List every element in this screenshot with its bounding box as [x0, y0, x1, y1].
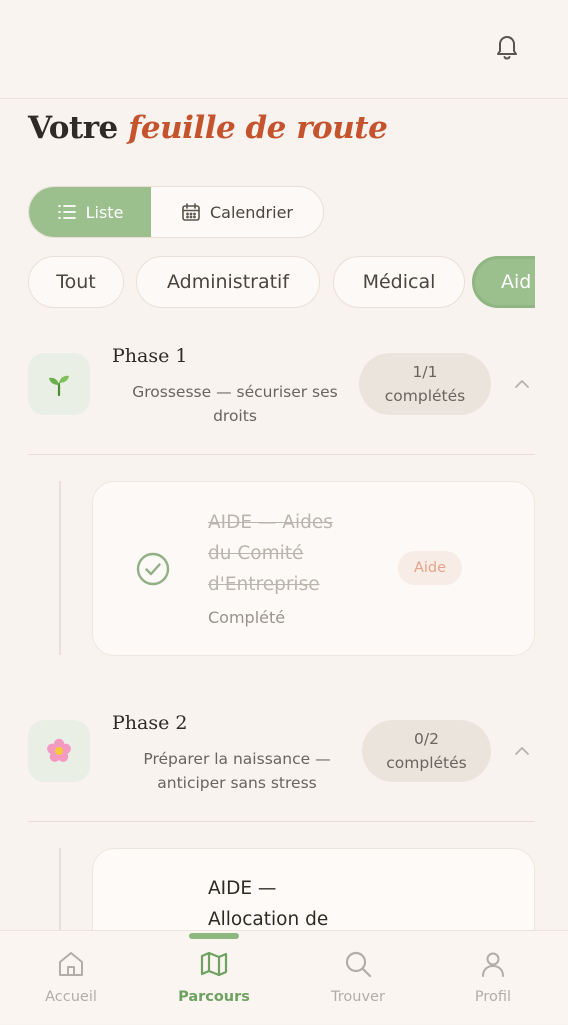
list-view-button[interactable]: Liste [29, 187, 151, 237]
calendar-view-button[interactable]: Calendrier [151, 187, 323, 237]
filter-chip-medical[interactable]: Médical [333, 256, 465, 308]
list-icon [57, 205, 76, 219]
phase-1-timeline [59, 481, 61, 655]
phase-1-progress-badge: 1/1 complétés [359, 353, 491, 415]
phase-2-icon-tile [28, 720, 90, 782]
filter-chips: Tout Administratif Médical Aid [28, 256, 535, 310]
top-bar [0, 0, 568, 99]
user-icon [482, 952, 504, 977]
roadmap-item-card[interactable]: AIDE — Aides du Comité d'Entreprise Comp… [92, 481, 535, 656]
phase-2-name: Phase 2 [112, 712, 188, 734]
bell-icon[interactable] [491, 30, 523, 62]
roadmap-item-status: Complété [208, 608, 286, 627]
active-nav-indicator [189, 933, 239, 939]
phase-1-subtitle: Grossesse — sécuriser ses droits [132, 383, 338, 425]
phase-1-name: Phase 1 [112, 345, 188, 367]
view-toggle: Liste Calendrier [28, 186, 324, 238]
phase-2-progress-badge: 0/2 complétés [362, 720, 491, 782]
phase-2-timeline [59, 848, 61, 930]
blossom-icon [47, 738, 71, 762]
calendar-icon [182, 203, 200, 221]
roadmap-item-title: AIDE — Aides du Comité d'Entreprise [208, 512, 333, 595]
home-icon [59, 952, 83, 976]
filter-chip-administratif[interactable]: Administratif [136, 256, 320, 308]
roadmap-item-tag: Aide [398, 551, 462, 585]
phase-2-subtitle: Préparer la naissance — anticiper sans s… [143, 750, 331, 792]
page-title: Votre feuille de route [28, 110, 388, 146]
nav-label: Accueil [45, 989, 97, 1005]
nav-label: Trouver [331, 989, 385, 1005]
bottom-navigation: Accueil Parcours Trouver Profil [0, 930, 568, 1024]
nav-item-trouver[interactable]: Trouver [303, 931, 413, 1025]
calendar-view-label: Calendrier [209, 202, 293, 222]
chevron-up-icon[interactable] [512, 741, 532, 761]
nav-label: Parcours [178, 989, 250, 1005]
nav-label: Profil [474, 989, 512, 1005]
map-icon [200, 951, 228, 977]
chevron-up-icon[interactable] [512, 374, 532, 394]
nav-item-profil[interactable]: Profil [438, 931, 548, 1025]
roadmap-item-title: AIDE — Allocation de [208, 878, 329, 930]
search-icon [345, 951, 372, 978]
filter-chip-aide[interactable]: Aid [472, 256, 535, 308]
phase-2-divider [28, 821, 535, 822]
seedling-icon [49, 375, 69, 397]
check-circle-icon [136, 552, 170, 586]
list-view-label: Liste [85, 202, 124, 222]
filter-chip-tout[interactable]: Tout [28, 256, 124, 308]
nav-item-parcours[interactable]: Parcours [159, 931, 269, 1025]
phase-1-icon-tile [28, 353, 90, 415]
page-title-accent: feuille de route [128, 110, 388, 146]
page-title-prefix: Votre [28, 110, 118, 146]
phase-1-divider [28, 454, 535, 455]
nav-item-accueil[interactable]: Accueil [16, 931, 126, 1025]
